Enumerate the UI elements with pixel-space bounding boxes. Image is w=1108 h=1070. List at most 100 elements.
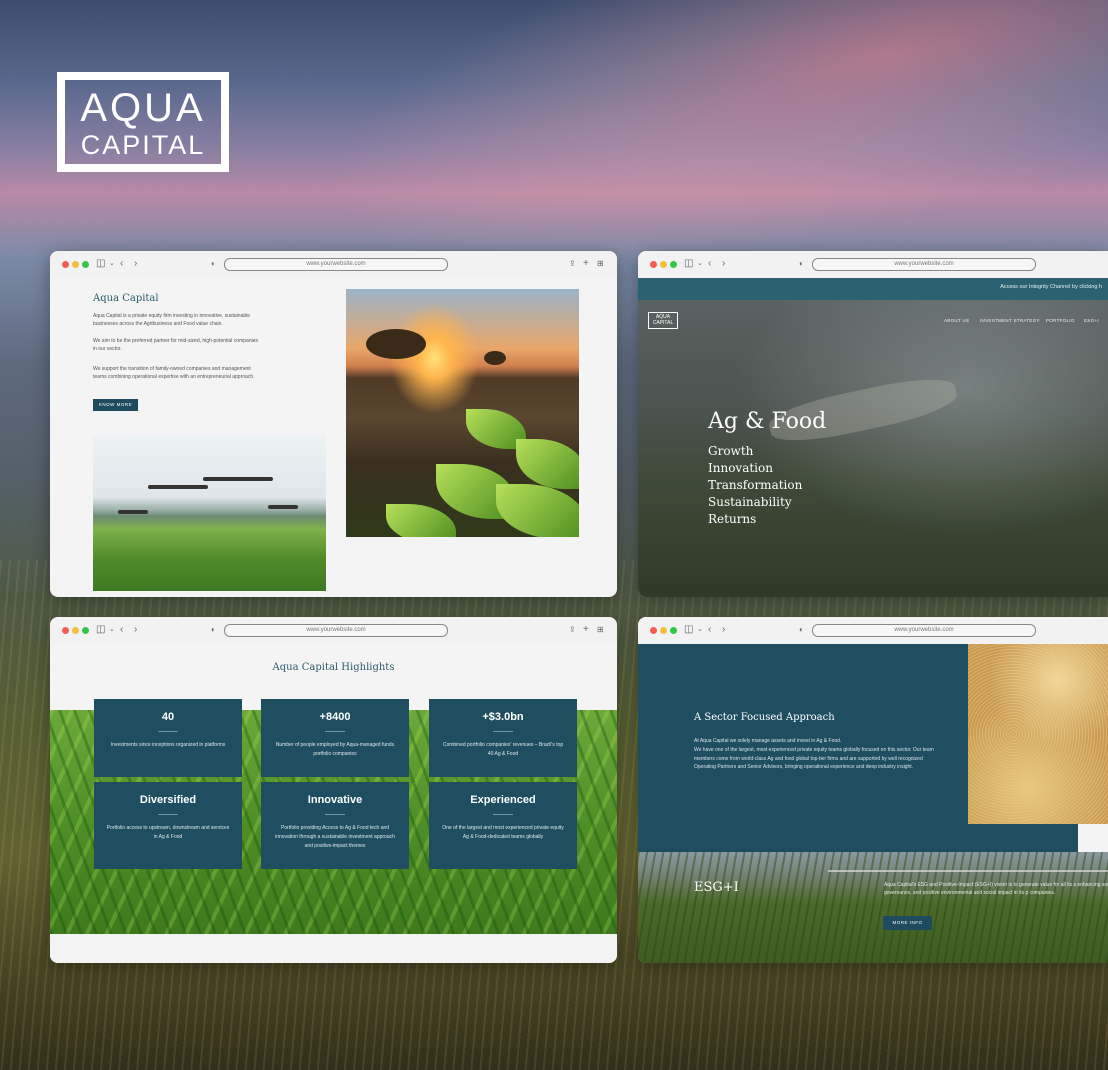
intro-paragraph-2: We aim to be the preferred partner for m… (93, 338, 258, 352)
close-window-button[interactable] (650, 627, 657, 634)
hero-item-growth: Growth (708, 444, 754, 458)
chevron-down-icon[interactable]: ⌄ (697, 258, 703, 270)
card-description: Combined portfolio companies' revenues –… (442, 742, 564, 757)
sidebar-toggle-icon[interactable]: ◫ (684, 258, 693, 270)
card-divider (325, 814, 345, 815)
chevron-down-icon[interactable]: ⌄ (109, 624, 115, 636)
logo-line-2: CAPITAL (80, 130, 206, 160)
browser-toolbar: ◫ ⌄ ‹ › ◐ www.yourwebsite.com ⇪ + ⊞ (50, 617, 617, 644)
card-divider (325, 731, 345, 732)
sidebar-toggle-icon[interactable]: ◫ (96, 624, 105, 636)
esg-paragraph: Aqua Capital's ESG and Positive-Impact (… (884, 882, 1108, 896)
card-value: Experienced (470, 794, 536, 806)
nav-about-us[interactable]: ABOUT US (944, 318, 969, 323)
grain-pile-image (968, 644, 1108, 824)
card-description: Investments since inceptions organized i… (110, 742, 226, 748)
page-footer-strip (50, 934, 617, 963)
card-divider (158, 731, 178, 732)
chevron-down-icon[interactable]: ⌄ (109, 258, 115, 270)
hero-item-returns: Returns (708, 512, 757, 526)
highlight-card-innovative: Innovative Portfolio providing Access to… (261, 782, 409, 869)
minimize-window-button[interactable] (660, 627, 667, 634)
sidebar-toggle-icon[interactable]: ◫ (684, 624, 693, 636)
sector-approach-paragraph-1: At Aqua Capital we solely manage assets … (694, 738, 842, 744)
address-bar[interactable]: www.yourwebsite.com (812, 258, 1036, 271)
shield-icon: ◐ (799, 259, 804, 268)
know-more-button[interactable]: KNOW MORE (93, 399, 138, 411)
esg-irrigation-field-image (638, 852, 1108, 963)
section-title: Aqua Capital (93, 293, 159, 304)
close-window-button[interactable] (62, 627, 69, 634)
browser-window-home: ◫ ⌄ ‹ › ◐ www.yourwebsite.com Access our… (638, 251, 1108, 597)
highlight-card-experienced: Experienced One of the largest and most … (429, 782, 577, 869)
nav-esg[interactable]: ESG+I (1084, 318, 1099, 323)
chevron-down-icon[interactable]: ⌄ (697, 624, 703, 636)
card-divider (158, 814, 178, 815)
header-logo[interactable]: AQUA CAPITAL (648, 312, 678, 329)
highlight-card-employees: +8400 Number of people employed by Aqua-… (261, 699, 409, 777)
highlight-card-diversified: Diversified Portfolio access to upstream… (94, 782, 242, 869)
new-tab-icon[interactable]: + (583, 624, 589, 636)
card-description: Portfolio providing Access to Ag & Food … (275, 825, 395, 849)
browser-toolbar: ◫ ⌄ ‹ › ◐ www.yourwebsite.com (638, 251, 1108, 278)
highlight-card-investments: 40 Investments since inceptions organize… (94, 699, 242, 777)
minimize-window-button[interactable] (660, 261, 667, 268)
browser-toolbar: ◫ ⌄ ‹ › ◐ www.yourwebsite.com (638, 617, 1108, 644)
share-icon[interactable]: ⇪ (569, 258, 576, 270)
hero-item-innovation: Innovation (708, 461, 773, 475)
maximize-window-button[interactable] (670, 261, 677, 268)
integrity-channel-bar[interactable]: Access our Integrity Channel by clicking… (638, 278, 1108, 300)
header-logo-line-2: CAPITAL (652, 320, 674, 326)
highlight-card-revenues: +$3.0bn Combined portfolio companies' re… (429, 699, 577, 777)
nav-investment-strategy[interactable]: INVESTMENT STRATEGY (980, 318, 1040, 323)
minimize-window-button[interactable] (72, 261, 79, 268)
panel-gap (1078, 824, 1108, 852)
back-icon[interactable]: ‹ (708, 624, 711, 636)
tab-overview-icon[interactable]: ⊞ (597, 624, 604, 636)
browser-window-about: ◫ ⌄ ‹ › ◐ www.yourwebsite.com ⇪ + ⊞ Aqua… (50, 251, 617, 597)
back-icon[interactable]: ‹ (708, 258, 711, 270)
sidebar-toggle-icon[interactable]: ◫ (96, 258, 105, 270)
nav-portfolio[interactable]: PORTFOLIO (1046, 318, 1075, 323)
hero-headline: Ag & Food (708, 409, 827, 434)
minimize-window-button[interactable] (72, 627, 79, 634)
hero-item-sustainability: Sustainability (708, 495, 792, 509)
browser-window-highlights: ◫ ⌄ ‹ › ◐ www.yourwebsite.com ⇪ + ⊞ Aqua… (50, 617, 617, 963)
address-bar[interactable]: www.yourwebsite.com (812, 624, 1036, 637)
intro-paragraph-3: We support the transition of family-owne… (93, 366, 255, 380)
new-tab-icon[interactable]: + (583, 258, 589, 270)
address-bar[interactable]: www.yourwebsite.com (224, 624, 448, 637)
forward-icon[interactable]: › (134, 624, 137, 636)
esg-title: ESG+I (694, 880, 739, 895)
card-description: One of the largest and most experienced … (442, 825, 564, 840)
share-icon[interactable]: ⇪ (569, 624, 576, 636)
drone-cornfield-image (93, 435, 326, 591)
card-value: +8400 (319, 711, 351, 723)
card-value: 40 (161, 711, 175, 723)
forward-icon[interactable]: › (134, 258, 137, 270)
forward-icon[interactable]: › (722, 624, 725, 636)
shield-icon: ◐ (799, 625, 804, 634)
logo-line-1: AQUA (80, 86, 206, 130)
card-value: Innovative (307, 794, 363, 806)
card-value: Diversified (139, 794, 197, 806)
close-window-button[interactable] (650, 261, 657, 268)
maximize-window-button[interactable] (82, 627, 89, 634)
tab-overview-icon[interactable]: ⊞ (597, 258, 604, 270)
more-info-button[interactable]: MORE INFO (883, 916, 932, 930)
sector-approach-paragraph-2: We have one of the largest, most experie… (694, 747, 934, 770)
address-bar[interactable]: www.yourwebsite.com (224, 258, 448, 271)
maximize-window-button[interactable] (670, 627, 677, 634)
card-divider (493, 814, 513, 815)
back-icon[interactable]: ‹ (120, 624, 123, 636)
card-description: Portfolio access to upstream, downstream… (106, 825, 230, 840)
browser-window-approach: ◫ ⌄ ‹ › ◐ www.yourwebsite.com A Sector F… (638, 617, 1108, 963)
integrity-channel-text[interactable]: Access our Integrity Channel by clicking… (1000, 284, 1102, 290)
forward-icon[interactable]: › (722, 258, 725, 270)
maximize-window-button[interactable] (82, 261, 89, 268)
hero-item-transformation: Transformation (708, 478, 803, 492)
back-icon[interactable]: ‹ (120, 258, 123, 270)
close-window-button[interactable] (62, 261, 69, 268)
browser-toolbar: ◫ ⌄ ‹ › ◐ www.yourwebsite.com ⇪ + ⊞ (50, 251, 617, 278)
card-value: +$3.0bn (482, 711, 524, 723)
